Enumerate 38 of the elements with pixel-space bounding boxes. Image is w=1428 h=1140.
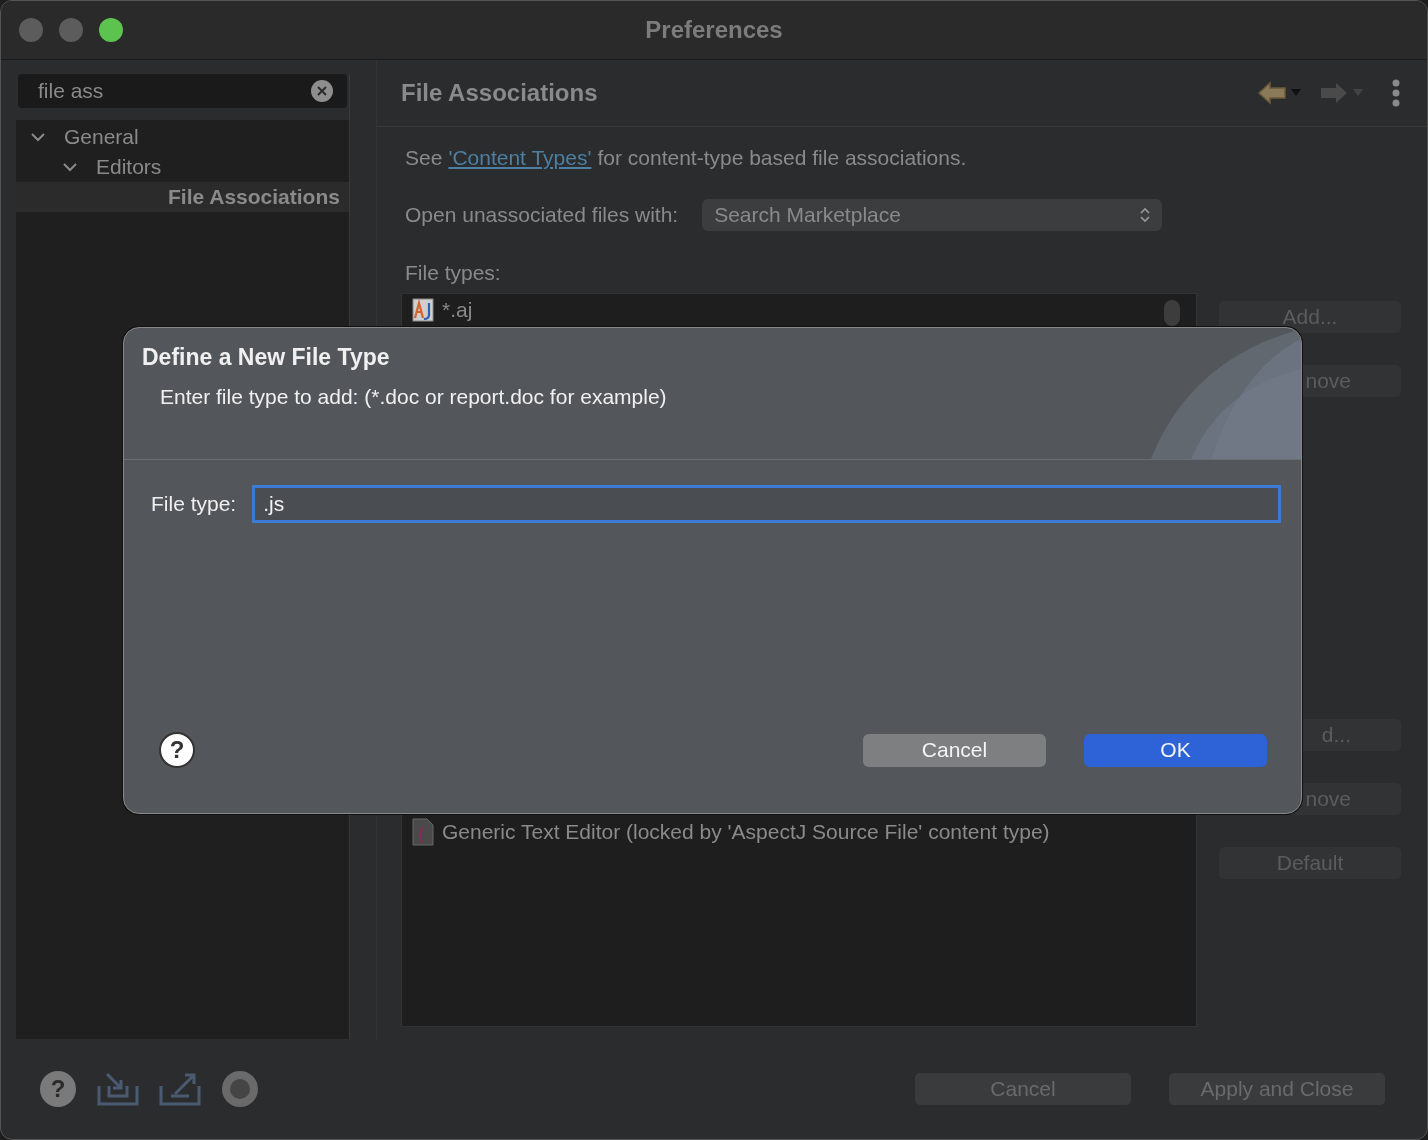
record-icon[interactable] <box>221 1070 259 1108</box>
dialog-button[interactable]: OK <box>1084 733 1267 767</box>
export-icon[interactable] <box>159 1072 201 1106</box>
tree-item[interactable]: File Associations <box>16 182 349 212</box>
dropdown-caret-icon[interactable] <box>1353 89 1363 97</box>
updown-icon <box>1140 207 1151 223</box>
open-with-label: Open unassociated files with: <box>405 203 679 227</box>
dialog-button[interactable]: Cancel <box>863 733 1046 767</box>
dropdown-caret-icon[interactable] <box>1291 89 1301 97</box>
dialog-message: Enter file type to add: (*.doc or report.doc for example) <box>160 385 668 409</box>
help-icon[interactable]: ? <box>39 1070 77 1108</box>
minimize-window-button[interactable] <box>59 18 83 42</box>
file-type-item[interactable]: *.aj <box>402 294 1196 326</box>
file-type-label: File type: <box>151 492 237 516</box>
dialog-title: Define a New File Type <box>142 344 391 371</box>
forward-arrow-icon[interactable] <box>1319 81 1349 105</box>
back-arrow-icon[interactable] <box>1257 81 1287 105</box>
content-types-link[interactable]: 'Content Types' <box>448 146 592 170</box>
scrollbar-thumb[interactable] <box>1164 300 1180 326</box>
help-icon[interactable]: ? <box>158 731 196 769</box>
zoom-window-button[interactable] <box>99 18 123 42</box>
editor-item[interactable]: Generic Text Editor (locked by 'AspectJ Source File' content type) <box>402 816 1196 848</box>
description-text: for content-type based file associations. <box>597 146 967 170</box>
file-type-field[interactable]: .js <box>252 485 1281 523</box>
page-title: File Associations <box>401 79 598 107</box>
editor-dropdown[interactable]: Search Marketplace <box>702 199 1163 231</box>
menu-icon[interactable] <box>1391 79 1401 107</box>
description-text: See <box>405 146 443 170</box>
clear-icon[interactable] <box>311 80 333 102</box>
window-title: Preferences <box>645 16 783 44</box>
import-icon[interactable] <box>97 1072 139 1106</box>
tree-item[interactable]: General <box>16 122 349 152</box>
text-file-icon <box>412 818 434 846</box>
search-field[interactable]: file ass <box>18 74 347 108</box>
tree-item[interactable]: Editors <box>16 152 349 182</box>
aj-file-icon <box>412 298 434 322</box>
close-window-button[interactable] <box>19 18 43 42</box>
file-types-label: File types: <box>405 261 502 285</box>
